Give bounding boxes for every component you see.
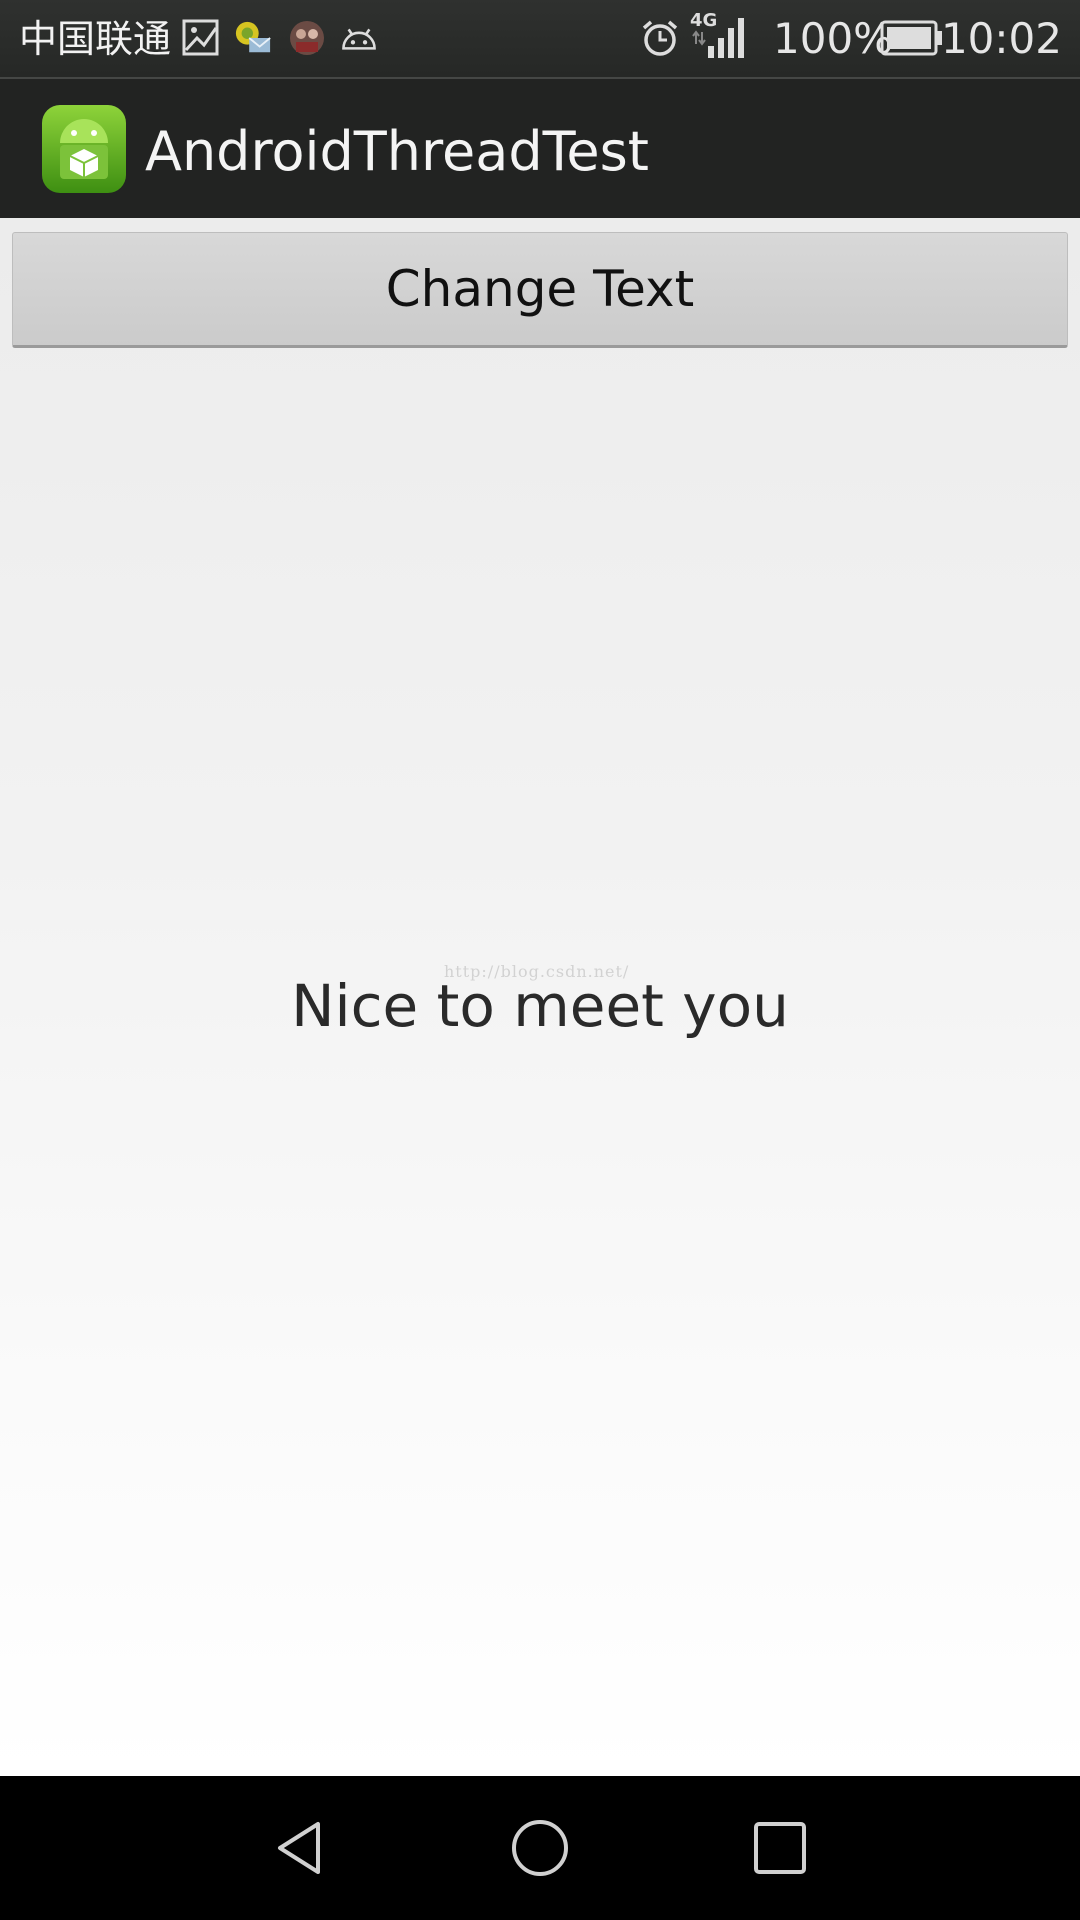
status-bar: 中国联通 4G 100% 10:02	[0, 0, 1080, 79]
message-text: Nice to meet you	[291, 972, 789, 1040]
app-title: AndroidThreadTest	[145, 120, 649, 183]
carrier-name: 中国联通	[19, 17, 172, 61]
app-bar: AndroidThreadTest	[0, 79, 1080, 218]
mail-icon	[235, 21, 271, 53]
android-icon	[342, 28, 376, 50]
avatar-icon	[290, 21, 324, 55]
clock: 10:02	[940, 14, 1062, 63]
battery-icon	[880, 20, 942, 56]
change-text-button[interactable]: Change Text	[12, 232, 1068, 348]
gallery-icon	[182, 19, 219, 56]
main-content: Change Text http://blog.csdn.net/ Nice t…	[0, 218, 1080, 1776]
navigation-bar	[0, 1776, 1080, 1920]
recents-icon[interactable]	[750, 1818, 810, 1878]
app-icon[interactable]	[40, 103, 128, 195]
alarm-icon	[642, 20, 678, 56]
back-icon[interactable]	[270, 1818, 330, 1878]
signal-icon	[692, 18, 744, 58]
battery-percent: 100%	[773, 14, 894, 63]
home-icon[interactable]	[510, 1818, 570, 1878]
